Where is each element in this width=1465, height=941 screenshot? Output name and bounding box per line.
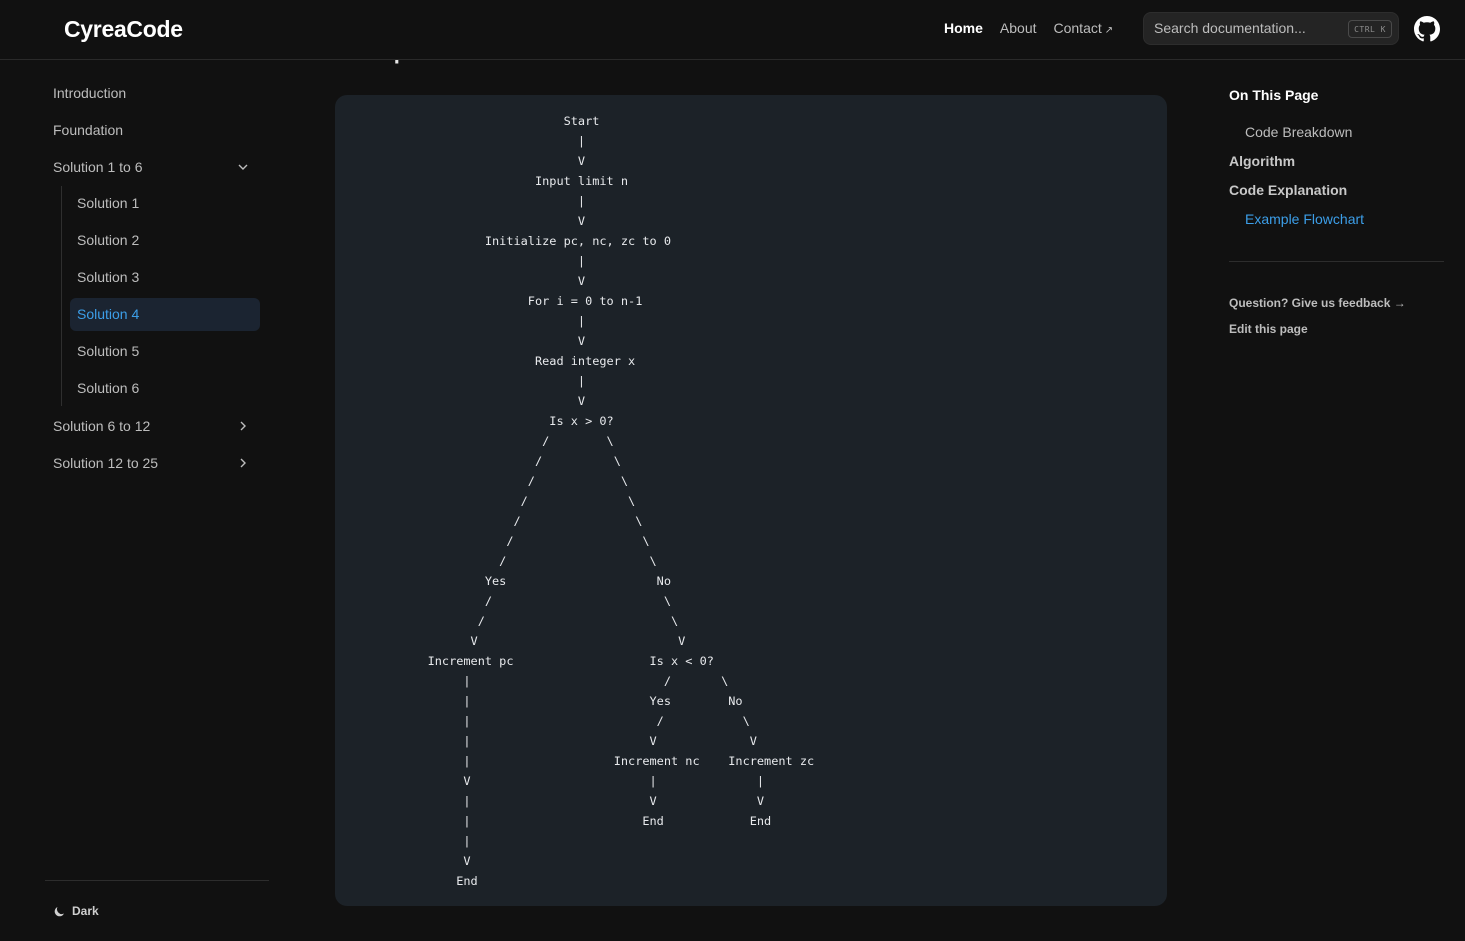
- top-navbar: CyreaCode Home About Contact↗ CTRL K: [0, 0, 1465, 60]
- chevron-right-icon[interactable]: [237, 457, 249, 469]
- nav-contact-label: Contact: [1053, 20, 1102, 36]
- sidebar-item-solution-1[interactable]: Solution 1: [70, 187, 260, 220]
- toc-item-algorithm[interactable]: Algorithm: [1229, 153, 1295, 169]
- chevron-right-icon[interactable]: [237, 420, 249, 432]
- sidebar-item-solution-12-to-25[interactable]: Solution 12 to 25: [53, 455, 158, 471]
- toc-divider: [1229, 261, 1444, 262]
- github-icon[interactable]: [1414, 16, 1440, 42]
- nav-home-link[interactable]: Home: [944, 20, 983, 36]
- sidebar-item-foundation[interactable]: Foundation: [53, 122, 123, 138]
- search-input[interactable]: [1154, 20, 1344, 36]
- sidebar: Introduction Foundation Solution 1 to 6 …: [0, 60, 300, 941]
- toc-item-code-explanation[interactable]: Code Explanation: [1229, 182, 1347, 198]
- edit-page-link[interactable]: Edit this page: [1229, 322, 1308, 336]
- theme-toggle-label: Dark: [72, 904, 99, 918]
- moon-icon: [54, 906, 64, 916]
- nav-contact-link[interactable]: Contact ↗: [1054, 20, 1114, 36]
- toc-item-code-breakdown[interactable]: Code Breakdown: [1245, 124, 1352, 140]
- feedback-link[interactable]: Question? Give us feedback →: [1229, 296, 1406, 310]
- sidebar-item-solution-3[interactable]: Solution 3: [70, 261, 260, 294]
- site-logo[interactable]: CyreaCode: [64, 16, 183, 43]
- flowchart-code: Start | V Input limit n | V Initialize p…: [427, 114, 815, 888]
- top-nav: Home About Contact ↗: [944, 20, 1113, 36]
- chevron-down-icon[interactable]: [237, 161, 249, 173]
- nav-about-link[interactable]: About: [1000, 20, 1037, 36]
- search-box[interactable]: CTRL K: [1143, 12, 1399, 45]
- sidebar-item-introduction[interactable]: Introduction: [53, 85, 126, 101]
- sidebar-item-solution-5[interactable]: Solution 5: [70, 335, 260, 368]
- subnav-guide-line: [61, 186, 62, 406]
- toc-item-example-flowchart[interactable]: Example Flowchart: [1245, 211, 1364, 227]
- external-link-icon: ↗: [1104, 25, 1114, 36]
- theme-toggle-button[interactable]: Dark: [53, 904, 99, 918]
- sidebar-item-solution-6[interactable]: Solution 6: [70, 372, 260, 405]
- sidebar-item-solution-6-to-12[interactable]: Solution 6 to 12: [53, 418, 150, 434]
- toc-title: On This Page: [1229, 87, 1319, 103]
- sidebar-item-solution-4[interactable]: Solution 4: [70, 298, 260, 331]
- code-block: Start | V Input limit n | V Initialize p…: [335, 95, 1167, 906]
- search-shortcut-badge: CTRL K: [1348, 20, 1392, 38]
- sidebar-item-solution-1-to-6[interactable]: Solution 1 to 6: [53, 159, 143, 175]
- sidebar-item-solution-2[interactable]: Solution 2: [70, 224, 260, 257]
- sidebar-divider: [45, 880, 269, 881]
